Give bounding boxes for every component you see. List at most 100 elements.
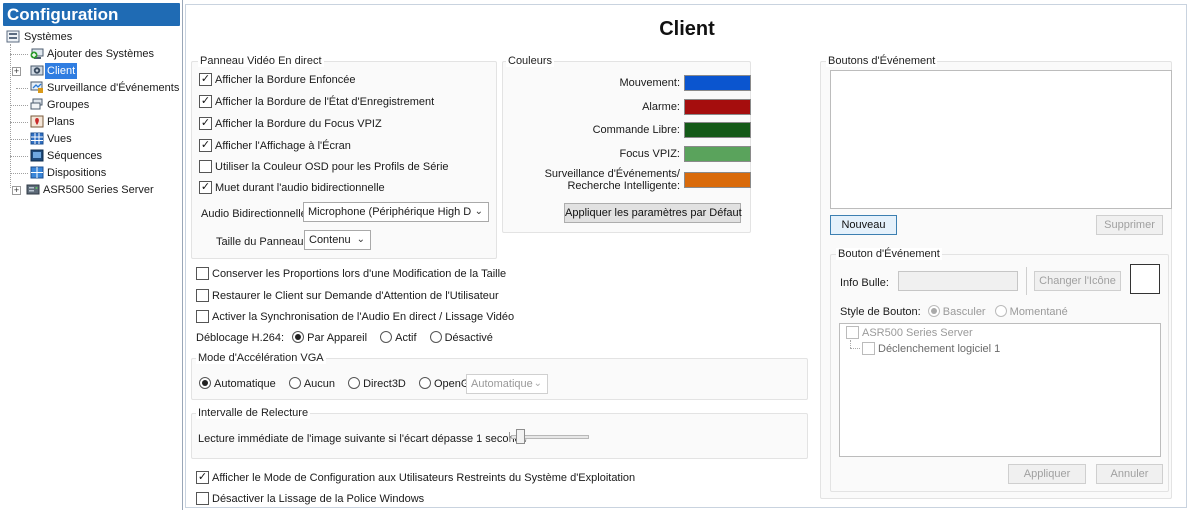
chevron-down-icon: ⌄ [356,234,365,245]
radio-h264-per-device[interactable]: Par Appareil [292,331,367,344]
checkbox-show-config-mode-restricted[interactable]: ✓ Afficher le Mode de Configuration aux U… [196,470,635,486]
sidebar-item-client[interactable]: Client [30,63,110,79]
checkbox-mute-two-way-audio[interactable]: ✓ Muet durant l'audio bidirectionnelle [199,180,385,196]
systems-icon [6,30,20,43]
chevron-down-icon: ⌄ [474,206,483,217]
color-label-free-command: Commande Libre: [592,124,680,136]
color-swatch-alarm[interactable] [684,99,751,115]
tooltip-input[interactable] [898,271,1018,291]
radio-button[interactable] [348,377,361,390]
audio-device-select[interactable]: Microphone (Périphérique High D ⌄ [303,202,489,222]
radio-style-momentary[interactable]: Momentané [994,305,1068,318]
radio-button[interactable] [429,331,442,344]
tree-line [10,122,28,123]
select-value: Automatique [471,378,533,390]
change-icon-button[interactable]: Changer l'Icône [1034,271,1121,291]
vga-mode-select[interactable]: Automatique ⌄ [466,374,548,394]
checkbox-show-ptz-border[interactable]: ✓ Afficher la Bordure du Focus VPIZ [199,116,382,132]
tree-item-software-trigger[interactable]: Déclenchement logiciel 1 [862,341,1000,357]
radio-button[interactable] [199,377,211,390]
checkbox-show-sunken-border[interactable]: ✓ Afficher la Bordure Enfoncée [199,72,355,88]
radio-button[interactable] [418,377,431,390]
tree-item-server[interactable]: ASR500 Series Server [846,325,973,341]
sidebar-item-plans[interactable]: Plans [30,114,150,130]
delete-event-button[interactable]: Supprimer [1096,215,1163,235]
sidebar-item-server[interactable]: ASR500 Series Server [26,182,180,198]
radio-button[interactable] [380,331,393,344]
checkbox-restore-on-attention[interactable]: Restaurer le Client sur Demande d'Attent… [196,288,499,304]
group-title: Panneau Vidéo En direct [198,55,324,67]
checkbox-audio-sync[interactable]: Activer la Synchronisation de l'Audio En… [196,309,514,325]
sidebar-item-event-monitoring[interactable]: Surveillance d'Événements [30,80,182,96]
radio-label: Actif [395,332,417,344]
chevron-down-icon: ⌄ [533,378,542,389]
sidebar-item-label: Groupes [47,99,90,111]
radio-button[interactable] [288,377,301,390]
checkbox-box[interactable] [196,288,209,302]
sidebar-item-add-systems[interactable]: Ajouter des Systèmes [30,46,180,62]
color-swatch-event-monitor[interactable] [684,172,751,188]
expand-toggle[interactable]: + [12,67,21,76]
sidebar-item-views[interactable]: Vues [30,131,150,147]
checkbox-label: Muet durant l'audio bidirectionnelle [215,182,385,194]
apply-button[interactable]: Appliquer [1008,464,1086,484]
checkbox-box[interactable] [196,491,209,505]
checkbox-box[interactable] [196,266,209,280]
checkbox-show-osd[interactable]: ✓ Afficher l'Affichage à l'Écran [199,138,351,154]
checkbox-box[interactable]: ✓ [199,180,212,194]
replay-interval-label: Lecture immédiate de l'image suivante si… [198,433,527,445]
sidebar-item-groups[interactable]: Groupes [30,97,150,113]
radio-button[interactable] [292,331,305,344]
checkbox-keep-aspect-ratio[interactable]: Conserver les Proportions lors d'une Mod… [196,266,507,282]
color-label-ptz-focus: Focus VPIZ: [619,148,680,160]
event-buttons-list[interactable] [830,70,1172,209]
checkbox-label: Restaurer le Client sur Demande d'Attent… [212,290,499,302]
checkbox-label: Conserver les Proportions lors d'une Mod… [212,268,507,280]
checkbox-label: Désactiver la Lissage de la Police Windo… [212,493,425,505]
groups-icon [30,98,44,111]
checkbox-box[interactable] [199,159,212,173]
checkbox-box[interactable]: ✓ [199,116,212,130]
checkbox-box[interactable]: ✓ [196,470,209,484]
checkbox-box[interactable]: ✓ [199,72,212,86]
checkbox-osd-color-profiles[interactable]: Utiliser la Couleur OSD pour les Profils… [199,159,449,175]
h264-deblocking-row: Déblocage H.264: Par Appareil Actif Désa… [196,331,493,346]
new-event-button[interactable]: Nouveau [830,215,897,235]
button-style-label: Style de Bouton: [840,306,921,318]
radio-vga-auto[interactable]: Automatique [199,377,276,390]
color-swatch-motion[interactable] [684,75,751,91]
color-swatch-free-command[interactable] [684,122,751,138]
checkbox-box[interactable]: ✓ [199,138,212,152]
tree-line [10,156,28,157]
sidebar-item-layouts[interactable]: Dispositions [30,165,150,181]
radio-style-toggle[interactable]: Basculer [927,305,986,318]
radio-h264-active[interactable]: Actif [380,331,417,344]
checkbox-label: Afficher la Bordure de l'État d'Enregist… [215,96,435,108]
tree-line [10,105,28,106]
color-swatch-ptz-focus[interactable] [684,146,751,162]
checkbox-box[interactable]: ✓ [199,94,212,108]
sidebar-title: Configuration [3,3,180,26]
radio-h264-disabled[interactable]: Désactivé [429,331,493,344]
sidebar-item-systems[interactable]: Systèmes [6,29,176,45]
expand-toggle[interactable]: + [12,186,21,195]
radio-button[interactable] [927,305,940,318]
checkbox-disable-font-smoothing[interactable]: Désactiver la Lissage de la Police Windo… [196,491,425,507]
radio-vga-none[interactable]: Aucun [288,377,335,390]
apply-default-colors-button[interactable]: Appliquer les paramètres par Défaut [564,203,742,223]
checkbox-show-recording-border[interactable]: ✓ Afficher la Bordure de l'État d'Enregis… [199,94,435,110]
sidebar-item-label: Dispositions [47,167,107,179]
cancel-button[interactable]: Annuler [1096,464,1163,484]
replay-interval-slider-thumb[interactable] [516,429,525,444]
radio-vga-direct3d[interactable]: Direct3D [348,377,406,390]
panel-size-select[interactable]: Contenu ⌄ [304,230,371,250]
color-label-smart-search: Recherche Intelligente: [567,180,680,192]
checkbox-box[interactable] [846,325,859,339]
radio-button[interactable] [994,305,1007,318]
server-icon [26,183,40,196]
sidebar-item-sequences[interactable]: Séquences [30,148,150,164]
sidebar-item-label: Ajouter des Systèmes [47,48,154,60]
checkbox-box[interactable] [862,341,875,355]
radio-label: Momentané [1009,306,1068,318]
checkbox-box[interactable] [196,309,209,323]
